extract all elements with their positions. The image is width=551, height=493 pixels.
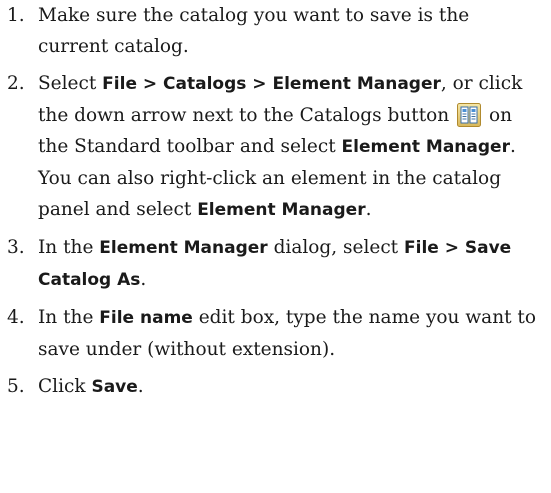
step-text: Make sure the catalog you want to save i… <box>38 5 470 57</box>
step-text: . <box>365 199 372 220</box>
ui-file-name: File name <box>99 308 193 328</box>
step-number: 5. <box>7 376 25 397</box>
step-4: 4. In the File name edit box, type the n… <box>0 302 551 365</box>
step-number: 2. <box>7 73 25 94</box>
step-text: In the <box>38 307 100 328</box>
step-text: . <box>137 376 144 397</box>
catalogs-icon <box>457 103 482 127</box>
step-2: 2. Select File > Catalogs > Element Mana… <box>0 68 551 226</box>
ui-element-manager: Element Manager <box>99 238 268 258</box>
step-number: 3. <box>7 237 25 258</box>
step-text: dialog, select <box>267 237 404 258</box>
menu-path-element-manager: File > Catalogs > Element Manager <box>102 74 441 94</box>
step-1: 1. Make sure the catalog you want to sav… <box>0 0 551 62</box>
step-text: Select <box>38 73 103 94</box>
step-3: 3. In the Element Manager dialog, select… <box>0 232 551 296</box>
step-number: 4. <box>7 307 25 328</box>
step-number: 1. <box>7 5 25 26</box>
ui-element-manager: Element Manager <box>341 137 510 157</box>
step-text: In the <box>38 237 100 258</box>
step-text: Click <box>38 376 92 397</box>
instruction-steps: 1. Make sure the catalog you want to sav… <box>0 0 551 409</box>
step-5: 5. Click Save. <box>0 371 551 403</box>
ui-save: Save <box>91 377 138 397</box>
ui-element-manager: Element Manager <box>197 200 366 220</box>
step-text: . <box>140 269 147 290</box>
